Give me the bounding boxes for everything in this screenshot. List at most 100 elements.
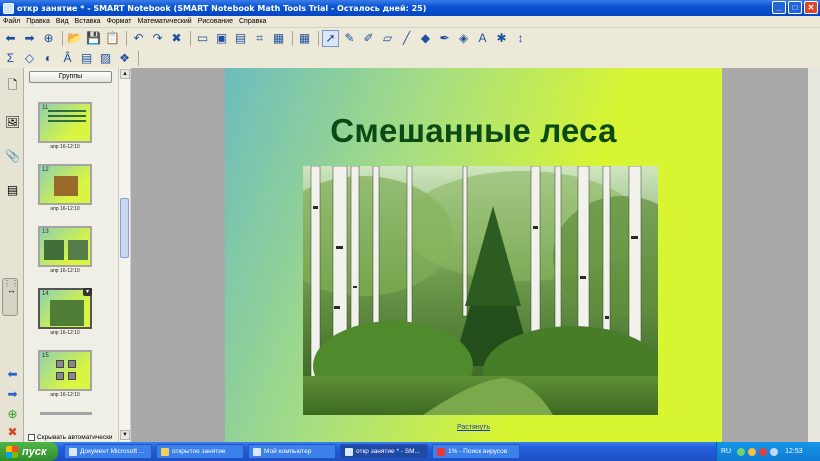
notebook-page[interactable]: Смешанные леса Растянуть [225, 68, 722, 442]
handwriting-icon[interactable]: Â [59, 50, 76, 67]
shapes-icon[interactable]: ◆ [417, 30, 434, 47]
magic-pen-icon[interactable]: ✒ [436, 30, 453, 47]
menu-file[interactable]: Файл [3, 18, 20, 25]
menu-help[interactable]: Справка [239, 18, 266, 25]
scroll-down-arrow-icon[interactable]: ▼ [120, 430, 130, 440]
tray-antivirus-icon[interactable] [759, 447, 768, 456]
task-my-computer[interactable]: Мой компьютер [248, 444, 336, 459]
antivirus-icon [437, 447, 445, 456]
page-thumbnail-13[interactable]: 13 апр 16-12:10 [38, 226, 92, 274]
select-icon[interactable]: ➚ [322, 29, 339, 47]
workspace: Смешанные леса Растянуть [131, 68, 820, 442]
thumbnail-menu-arrow[interactable]: ▾ [83, 288, 92, 296]
math-text-icon[interactable]: ▤ [78, 50, 95, 67]
forest-image-drawing [303, 166, 658, 415]
screen-shade-icon[interactable]: ▭ [194, 30, 211, 47]
autohide-checkbox[interactable] [28, 433, 35, 441]
properties-icon[interactable]: ✱ [493, 30, 510, 47]
title-bar: откр занятие * - SMART Notebook (SMART N… [0, 0, 820, 16]
delete-page-side-icon[interactable]: ✖ [4, 422, 21, 442]
minimize-button[interactable]: _ [772, 1, 786, 14]
forest-photo[interactable] [303, 166, 658, 415]
measurement-icon[interactable]: ◐ [40, 50, 57, 67]
toolbar-separator [190, 30, 191, 46]
save-icon[interactable]: 💾 [85, 30, 102, 47]
maximize-button[interactable]: □ [788, 1, 802, 14]
shape-recognition-icon[interactable]: ◇ [21, 50, 38, 67]
graph-icon[interactable]: ▨ [97, 50, 114, 67]
clock[interactable]: 12:53 [785, 448, 803, 455]
task-label: открытое занятие [172, 448, 226, 455]
side-tab-strip: 🗋 🖼 📎 ▤ ⋮⋮ ↔ ⬅ ➡ ⊕ ✖ [0, 68, 24, 442]
attachments-tab-icon[interactable]: 📎 [4, 146, 21, 166]
menu-view[interactable]: Вид [56, 18, 69, 25]
text-icon[interactable]: A [474, 30, 491, 47]
page-thumbnail-14-selected[interactable]: 14 ▾ апр 16-12:10 [38, 288, 92, 336]
language-indicator[interactable]: RU [721, 448, 731, 455]
menu-insert[interactable]: Вставка [75, 18, 101, 25]
task-label: Документ Microsoft ... [80, 448, 145, 455]
thumbnail-image: 11 [38, 102, 92, 143]
dual-page-icon[interactable]: ▤ [232, 30, 249, 47]
page-thumbnail-11[interactable]: 11 апр 16-12:10 [38, 102, 92, 150]
task-word-document[interactable]: Документ Microsoft ... [64, 444, 152, 459]
tray-network-icon[interactable] [737, 447, 746, 456]
sorter-scrollbar[interactable]: ▲ ▼ [118, 68, 130, 442]
stretch-link[interactable]: Растянуть [225, 424, 722, 431]
document-camera-icon[interactable]: ▦ [270, 30, 287, 47]
scroll-thumb[interactable] [120, 198, 129, 258]
page-thumbnail-12[interactable]: 12 апр 16-12:10 [38, 164, 92, 212]
page-sorter-tab-icon[interactable]: 🗋 [4, 76, 21, 96]
page-number: 13 [42, 229, 49, 235]
delete-icon[interactable]: ✖ [168, 30, 185, 47]
menu-draw[interactable]: Рисование [198, 18, 233, 25]
full-screen-icon[interactable]: ▣ [213, 30, 230, 47]
scroll-up-arrow-icon[interactable]: ▲ [120, 69, 130, 79]
task-virus-scan[interactable]: 1% - Поиск вирусов [432, 444, 520, 459]
gallery-tab-icon[interactable]: 🖼 [4, 112, 21, 132]
line-icon[interactable]: ╱ [398, 30, 415, 47]
thumbnail-image: 15 [38, 350, 92, 391]
toolbar-separator [126, 30, 127, 46]
fill-icon[interactable]: ◈ [455, 30, 472, 47]
main-toolbar: ⬅ ➡ ⊕ 📂 💾 📋 ↶ ↷ ✖ ▭ ▣ ▤ ⌗ ▦ ▦ ➚ ✎ ✐ ▱ ╱ ◆ ✒ ◈ A ✱ ↕ [0, 28, 820, 48]
menu-edit[interactable]: Правка [26, 18, 50, 25]
tray-volume-icon[interactable] [770, 447, 779, 456]
workspace-scrollbar[interactable] [808, 68, 820, 442]
pen-icon[interactable]: ✎ [341, 30, 358, 47]
smart-notebook-app-icon [3, 2, 14, 14]
add-page-icon[interactable]: ⊕ [40, 30, 57, 47]
move-panel-icon[interactable]: ↔ [3, 280, 20, 300]
autohide-option[interactable]: Скрывать автоматически [28, 432, 118, 442]
back-icon[interactable]: ⬅ [2, 30, 19, 47]
sum-icon[interactable]: Σ [2, 50, 19, 67]
task-label: 1% - Поиск вирусов [448, 448, 508, 455]
menu-math[interactable]: Математический [137, 18, 191, 25]
slide-title[interactable]: Смешанные леса [225, 112, 722, 150]
task-smart-notebook[interactable]: откр занятие * - SM... [340, 444, 428, 459]
window-title: откр занятие * - SMART Notebook (SMART N… [17, 3, 427, 13]
properties-tab-icon[interactable]: ▤ [4, 180, 21, 200]
tray-security-icon[interactable] [748, 447, 757, 456]
task-open-lesson-folder[interactable]: открытое занятие [156, 444, 244, 459]
creative-pen-icon[interactable]: ✐ [360, 30, 377, 47]
capture-icon[interactable]: ⌗ [251, 30, 268, 47]
add-page-side-icon[interactable]: ⊕ [4, 404, 21, 424]
eraser-icon[interactable]: ▱ [379, 30, 396, 47]
next-page-icon[interactable]: ➡ [4, 384, 21, 404]
paste-icon[interactable]: 📋 [104, 30, 121, 47]
move-toolbar-icon[interactable]: ↕ [512, 30, 529, 47]
page-thumbnail-15[interactable]: 15 апр 16-12:10 [38, 350, 92, 398]
forward-icon[interactable]: ➡ [21, 30, 38, 47]
groups-button[interactable]: Группы [29, 71, 112, 83]
close-button[interactable]: ✕ [804, 1, 818, 14]
start-button[interactable]: пуск [0, 442, 58, 461]
undo-icon[interactable]: ↶ [130, 30, 147, 47]
menu-format[interactable]: Формат [107, 18, 132, 25]
previous-page-icon[interactable]: ⬅ [4, 364, 21, 384]
insert-object-icon[interactable]: ❖ [116, 50, 133, 67]
redo-icon[interactable]: ↷ [149, 30, 166, 47]
page-date: апр 16-12:10 [50, 392, 80, 398]
open-folder-icon[interactable]: 📂 [66, 30, 83, 47]
table-icon[interactable]: ▦ [296, 30, 313, 47]
